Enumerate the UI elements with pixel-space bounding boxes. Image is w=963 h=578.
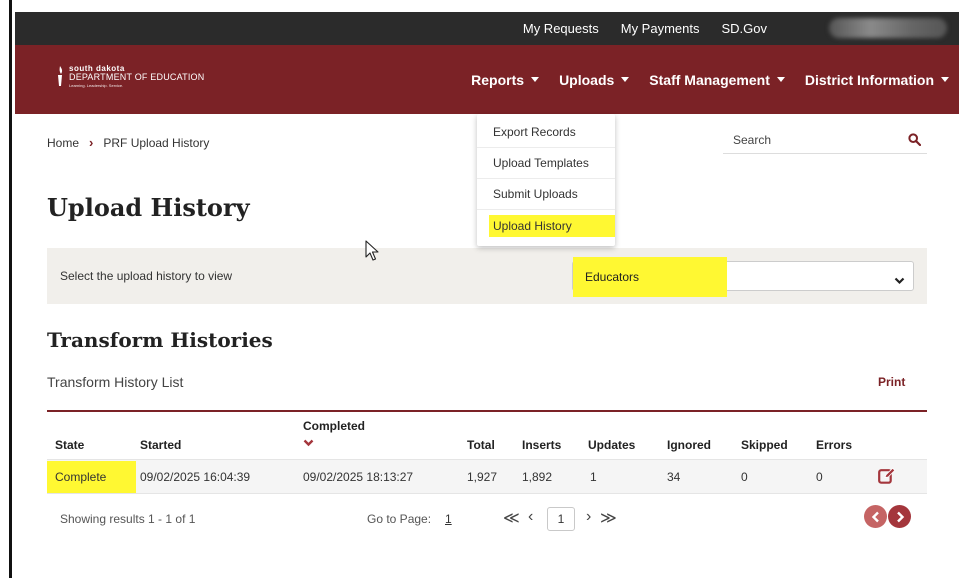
caret-down-icon xyxy=(531,77,540,82)
list-title: Transform History List xyxy=(47,374,184,390)
utility-link-my-requests[interactable]: My Requests xyxy=(523,21,599,36)
menu-item-label: Submit Uploads xyxy=(493,187,578,201)
menu-item-label: Upload Templates xyxy=(493,156,589,170)
row-divider xyxy=(47,493,927,494)
nav-item-reports[interactable]: Reports xyxy=(471,71,540,88)
breadcrumb: Home › PRF Upload History xyxy=(47,135,209,150)
previous-page-icon[interactable]: ‹ xyxy=(528,508,533,526)
cell-total: 1,927 xyxy=(467,470,498,484)
cell-started: 09/02/2025 16:04:39 xyxy=(140,470,251,484)
goto-page-link[interactable]: 1 xyxy=(445,512,452,526)
menu-item-upload-history[interactable]: Upload History xyxy=(477,210,615,241)
chevron-down-icon xyxy=(894,272,905,290)
current-page-box[interactable]: 1 xyxy=(547,507,575,531)
cell-inserts: 1,892 xyxy=(522,470,553,484)
nav-item-label: Reports xyxy=(471,71,525,88)
cell-errors: 0 xyxy=(816,470,823,484)
menu-item-upload-templates[interactable]: Upload Templates xyxy=(477,148,615,179)
cell-state: Complete xyxy=(55,470,107,484)
caret-down-icon xyxy=(776,77,785,82)
sort-descending-icon[interactable] xyxy=(303,434,314,452)
results-summary: Showing results 1 - 1 of 1 xyxy=(60,512,196,526)
search-icon[interactable] xyxy=(908,133,922,151)
torch-icon xyxy=(55,65,65,87)
menu-item-label: Export Records xyxy=(493,125,576,139)
caret-down-icon xyxy=(621,77,630,82)
cell-updates: 1 xyxy=(590,470,597,484)
upload-history-select[interactable]: Educators xyxy=(572,257,914,297)
goto-page-label: Go to Page: xyxy=(367,512,432,526)
cell-skipped: 0 xyxy=(741,470,748,484)
window-frame-left xyxy=(0,0,12,578)
menu-item-submit-uploads[interactable]: Submit Uploads xyxy=(477,179,615,210)
window-frame-top xyxy=(12,0,963,12)
first-page-icon[interactable]: ≪ xyxy=(503,508,520,528)
main-navigation: south dakota DEPARTMENT OF EDUCATION Lea… xyxy=(15,45,959,114)
nav-item-label: Staff Management xyxy=(649,71,770,88)
chevron-right-icon xyxy=(896,511,904,522)
column-header-updates[interactable]: Updates xyxy=(588,438,635,452)
sd-doe-logo[interactable]: south dakota DEPARTMENT OF EDUCATION Lea… xyxy=(55,65,204,88)
page-title: Upload History xyxy=(47,193,250,222)
user-account-menu[interactable] xyxy=(829,18,947,38)
last-page-icon[interactable]: ≫ xyxy=(600,508,617,528)
breadcrumb-home-link[interactable]: Home xyxy=(47,136,79,150)
column-header-inserts[interactable]: Inserts xyxy=(522,438,561,452)
chevron-left-icon xyxy=(871,511,879,522)
print-link[interactable]: Print xyxy=(878,375,905,389)
section-title-transform-histories: Transform Histories xyxy=(47,328,273,352)
logo-line-department: DEPARTMENT OF EDUCATION xyxy=(69,72,205,82)
scroll-left-button[interactable] xyxy=(864,505,887,528)
column-header-errors[interactable]: Errors xyxy=(816,438,852,452)
cell-ignored: 34 xyxy=(667,470,681,484)
breadcrumb-current: PRF Upload History xyxy=(103,135,210,150)
caret-down-icon xyxy=(941,77,949,82)
logo-text: south dakota DEPARTMENT OF EDUCATION Lea… xyxy=(69,65,204,88)
nav-item-uploads[interactable]: Uploads xyxy=(559,71,630,88)
next-page-icon[interactable]: › xyxy=(586,508,591,526)
column-header-state[interactable]: State xyxy=(55,438,84,452)
utility-link-my-payments[interactable]: My Payments xyxy=(621,21,700,36)
table-top-rule xyxy=(47,410,927,412)
edit-icon[interactable] xyxy=(878,467,896,489)
upload-history-filter: Select the upload history to view Educat… xyxy=(47,248,927,304)
window-frame-right xyxy=(959,0,963,578)
cell-completed: 09/02/2025 18:13:27 xyxy=(303,470,414,484)
nav-item-district-information[interactable]: District Information xyxy=(805,72,949,88)
mouse-pointer-icon xyxy=(365,240,379,267)
column-header-total[interactable]: Total xyxy=(467,438,495,452)
nav-item-label: Uploads xyxy=(559,71,615,88)
column-header-ignored[interactable]: Ignored xyxy=(667,438,711,452)
utility-link-sd-gov[interactable]: SD.Gov xyxy=(721,21,767,36)
menu-item-label: Upload History xyxy=(489,214,615,237)
nav-item-label: District Information xyxy=(804,71,934,88)
search-input[interactable] xyxy=(723,128,893,152)
menu-item-export-records[interactable]: Export Records xyxy=(477,117,615,148)
scroll-right-button[interactable] xyxy=(888,505,911,528)
column-header-started[interactable]: Started xyxy=(140,438,181,452)
logo-tagline: Learning. Leadership. Service. xyxy=(69,83,124,88)
uploads-dropdown-menu: Export Records Upload Templates Submit U… xyxy=(477,114,615,246)
nav-menu: Reports Uploads Staff Management Distric… xyxy=(471,45,949,114)
column-header-skipped[interactable]: Skipped xyxy=(741,438,788,452)
column-header-completed[interactable]: Completed xyxy=(303,419,365,433)
filter-label: Select the upload history to view xyxy=(60,269,233,283)
nav-item-staff-management[interactable]: Staff Management xyxy=(649,72,785,88)
utility-bar: My Requests My Payments SD.Gov xyxy=(15,12,959,45)
chevron-right-icon: › xyxy=(89,135,94,150)
search-box xyxy=(723,128,927,154)
select-value: Educators xyxy=(585,270,640,284)
